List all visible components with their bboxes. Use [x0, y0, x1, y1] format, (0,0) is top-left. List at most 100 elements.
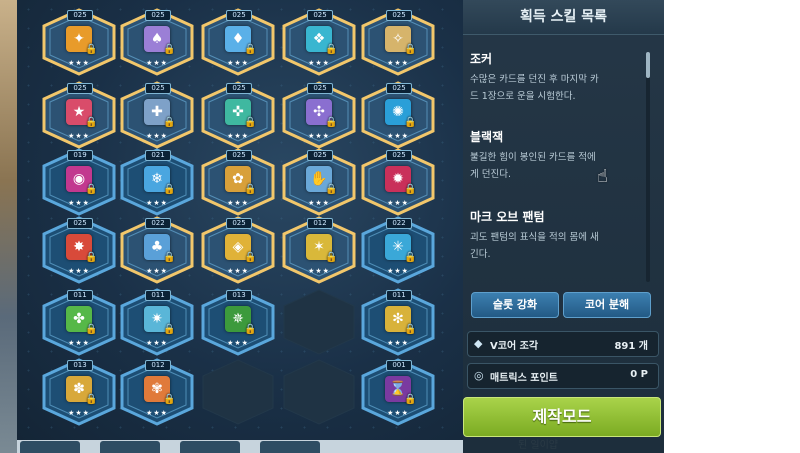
lock-icon: 🔒 [244, 44, 257, 55]
lock-icon: 🔒 [404, 44, 417, 55]
star-rating-icon: ★★★ [146, 267, 168, 275]
star-rating-icon: ★★★ [68, 409, 90, 417]
star-rating-icon: ★★★ [308, 59, 330, 67]
core-slot[interactable]: 025 ✿ 🔒 ★★★ [199, 148, 277, 216]
matrix-point-label: 매트릭스 포인트 [490, 373, 558, 384]
core-level-label: 025 [226, 150, 252, 161]
bottom-tab-strip [17, 440, 463, 453]
star-rating-icon: ★★★ [146, 409, 168, 417]
core-slot[interactable]: 025 ✋ 🔒 ★★★ [280, 148, 358, 216]
core-level-label: 013 [226, 290, 252, 301]
core-slot[interactable]: 025 ★ 🔒 ★★★ [40, 81, 118, 149]
core-level-label: 025 [386, 10, 412, 21]
hex-frame [283, 359, 355, 425]
core-slot[interactable]: 011 ✻ 🔒 ★★★ [359, 288, 437, 356]
star-rating-icon: ★★★ [146, 132, 168, 140]
skill-list[interactable]: 조커 수많은 카드를 던진 후 마지막 카 드 1장으로 운을 시험한다. 블랙… [470, 36, 650, 284]
core-level-label: 025 [307, 83, 333, 94]
tab-2[interactable] [100, 441, 160, 453]
skill-desc: 수많은 카드를 던진 후 마지막 카 드 1장으로 운을 시험한다. [470, 74, 599, 102]
core-level-label: 022 [145, 218, 171, 229]
star-rating-icon: ★★★ [146, 199, 168, 207]
lock-icon: 🔒 [244, 184, 257, 195]
core-level-label: 021 [145, 150, 171, 161]
core-slot[interactable]: 025 ✣ 🔒 ★★★ [280, 81, 358, 149]
skill-desc: 괴도 팬텀의 표식을 적의 몸에 새 긴다. [470, 232, 599, 260]
star-rating-icon: ★★★ [227, 339, 249, 347]
star-rating-icon: ★★★ [387, 339, 409, 347]
vcore-shard-icon: ◆ [474, 337, 483, 350]
lock-icon: 🔒 [163, 394, 176, 405]
hand-cursor-icon: ☝ [597, 166, 608, 187]
empty-core-slot[interactable] [280, 288, 358, 356]
core-level-label: 025 [67, 10, 93, 21]
core-slot[interactable]: 025 ♠ 🔒 ★★★ [118, 8, 196, 76]
tab-4[interactable] [260, 441, 320, 453]
background-dialogue-text: 된 일이얍 [518, 440, 558, 451]
lock-icon: 🔒 [325, 44, 338, 55]
matrix-point-counter: ◎ 매트릭스 포인트 0 P [467, 363, 659, 389]
star-rating-icon: ★★★ [387, 267, 409, 275]
core-slot[interactable]: 025 ◈ 🔒 ★★★ [199, 216, 277, 284]
core-level-label: 025 [307, 10, 333, 21]
lock-icon: 🔒 [404, 184, 417, 195]
star-rating-icon: ★★★ [227, 132, 249, 140]
lock-icon: 🔒 [244, 117, 257, 128]
core-slot[interactable]: 025 ✸ 🔒 ★★★ [40, 216, 118, 284]
empty-core-slot[interactable] [199, 358, 277, 426]
core-level-label: 025 [145, 10, 171, 21]
core-slot[interactable]: 025 ✧ 🔒 ★★★ [359, 8, 437, 76]
core-level-label: 025 [226, 10, 252, 21]
skill-list-scrollbar[interactable] [646, 52, 650, 282]
star-rating-icon: ★★★ [146, 59, 168, 67]
skill-entry-joker[interactable]: 조커 수많은 카드를 던진 후 마지막 카 드 1장으로 운을 시험한다. [470, 50, 648, 105]
core-slot[interactable]: 012 ✶ 🔒 ★★★ [280, 216, 358, 284]
core-slot[interactable]: 025 ❖ 🔒 ★★★ [280, 8, 358, 76]
lock-icon: 🔒 [163, 252, 176, 263]
skill-entry-mark-of-phantom[interactable]: 마크 오브 팬텀 괴도 팬텀의 표식을 적의 몸에 새 긴다. [470, 208, 648, 263]
core-slot[interactable]: 025 ✦ 🔒 ★★★ [40, 8, 118, 76]
craft-mode-button[interactable]: 제작모드 [463, 397, 661, 437]
core-level-label: 025 [67, 83, 93, 94]
core-slot[interactable]: 013 ✽ 🔒 ★★★ [40, 358, 118, 426]
star-rating-icon: ★★★ [227, 199, 249, 207]
core-slot[interactable]: 011 ✤ 🔒 ★★★ [40, 288, 118, 356]
core-level-label: 019 [67, 150, 93, 161]
lock-icon: 🔒 [244, 324, 257, 335]
core-slot[interactable]: 025 ♦ 🔒 ★★★ [199, 8, 277, 76]
tab-1[interactable] [20, 441, 80, 453]
core-slot[interactable]: 019 ◉ 🔒 ★★★ [40, 148, 118, 216]
lock-icon: 🔒 [325, 184, 338, 195]
core-slot[interactable]: 013 ✵ 🔒 ★★★ [199, 288, 277, 356]
vcore-shard-label: V코어 조각 [490, 341, 539, 352]
star-rating-icon: ★★★ [146, 339, 168, 347]
core-slot[interactable]: 022 ♣ 🔒 ★★★ [118, 216, 196, 284]
core-disassemble-button[interactable]: 코어 분해 [563, 292, 651, 318]
lock-icon: 🔒 [325, 117, 338, 128]
lock-icon: 🔒 [325, 252, 338, 263]
core-slot[interactable]: 001 ⌛ 🔒 ★★★ [359, 358, 437, 426]
core-slot[interactable]: 011 ✷ 🔒 ★★★ [118, 288, 196, 356]
lock-icon: 🔒 [85, 394, 98, 405]
lock-icon: 🔒 [85, 324, 98, 335]
core-slot[interactable]: 021 ❄ 🔒 ★★★ [118, 148, 196, 216]
skill-entry-blackjack[interactable]: 블랙잭 불길한 힘이 봉인된 카드를 적에 게 던진다. [470, 128, 648, 183]
core-level-label: 025 [226, 83, 252, 94]
slot-upgrade-button[interactable]: 슬롯 강화 [471, 292, 559, 318]
core-slot[interactable]: 022 ✳ 🔒 ★★★ [359, 216, 437, 284]
lock-icon: 🔒 [85, 117, 98, 128]
core-slot[interactable]: 025 ✚ 🔒 ★★★ [118, 81, 196, 149]
core-slot[interactable]: 012 ✾ 🔒 ★★★ [118, 358, 196, 426]
hex-frame [283, 289, 355, 355]
vcore-shard-counter: ◆ V코어 조각 891 개 [467, 331, 659, 357]
core-slot[interactable]: 025 ✺ 🔒 ★★★ [359, 81, 437, 149]
core-level-label: 025 [307, 150, 333, 161]
tab-3[interactable] [180, 441, 240, 453]
star-rating-icon: ★★★ [308, 199, 330, 207]
empty-core-slot[interactable] [280, 358, 358, 426]
core-slot[interactable]: 025 ✹ 🔒 ★★★ [359, 148, 437, 216]
core-slot[interactable]: 025 ✜ 🔒 ★★★ [199, 81, 277, 149]
scrollbar-thumb[interactable] [646, 52, 650, 78]
star-rating-icon: ★★★ [68, 267, 90, 275]
lock-icon: 🔒 [85, 252, 98, 263]
